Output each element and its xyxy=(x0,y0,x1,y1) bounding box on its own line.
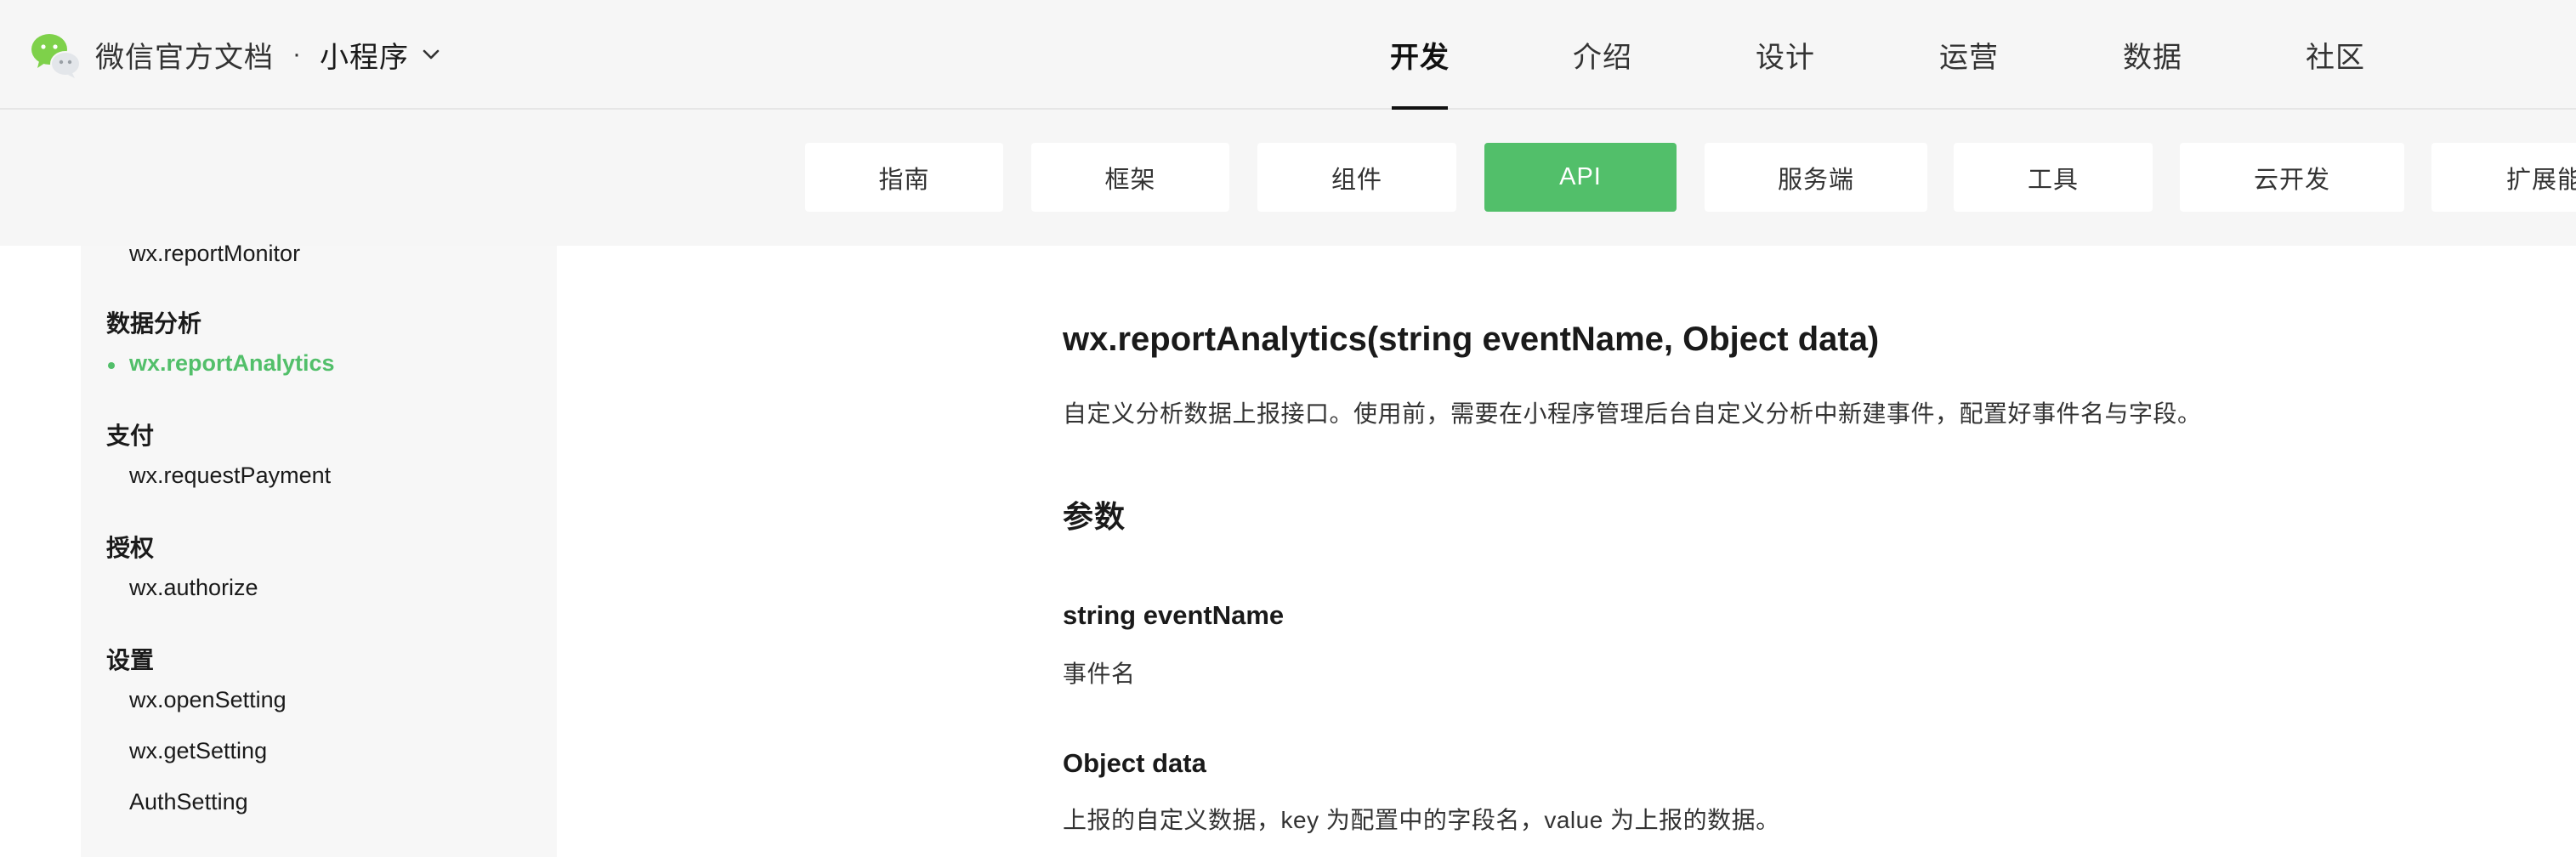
params-heading: 参数 xyxy=(1063,499,1126,534)
param-name: string eventName xyxy=(1063,600,1285,630)
sidebar-group-label: 授权 xyxy=(106,535,155,561)
nav-item-label: 开发 xyxy=(1390,42,1450,74)
nav-item[interactable]: 设计 xyxy=(1726,0,1845,110)
subnav-tab-label: 扩展能力 xyxy=(2506,166,2576,194)
sidebar-item-label: wx.authorize xyxy=(129,575,258,600)
top-header: 微信官方文档 · 小程序 开发 介绍 设计 运营 数据 社区 xyxy=(0,0,2576,110)
product-switcher-label[interactable]: 小程序 xyxy=(320,34,409,76)
subnav-tab[interactable]: API xyxy=(1484,143,1677,212)
nav-item-label: 介绍 xyxy=(1573,42,1632,74)
page: 微信官方文档 · 小程序 开发 介绍 设计 运营 数据 社区 指南 框架 组件 API 服务端 工具… xyxy=(0,0,2576,857)
nav-item-label: 社区 xyxy=(2306,42,2365,74)
sidebar-item[interactable]: wx.getSetting xyxy=(129,738,267,764)
sidebar-group-label: 数据分析 xyxy=(106,310,202,337)
sidebar-item[interactable]: wx.openSetting xyxy=(129,687,287,713)
site-title[interactable]: 微信官方文档 xyxy=(95,34,274,76)
chevron-down-icon[interactable] xyxy=(419,43,443,66)
sidebar-group-label: 设置 xyxy=(106,647,155,673)
nav-item-label: 运营 xyxy=(1939,42,1999,74)
wechat-logo-icon[interactable] xyxy=(29,29,82,80)
sidebar-item[interactable]: AuthSetting xyxy=(129,789,248,815)
sidebar-group-heading: 支付 xyxy=(106,417,154,451)
param-desc: 上报的自定义数据，key 为配置中的字段名，value 为上报的数据。 xyxy=(1063,807,1780,833)
sidebar-item-label: wx.requestPayment xyxy=(129,463,332,488)
sidebar: wx.reportMonitor 数据分析 wx.reportAnalytics 支付… xyxy=(81,241,557,857)
subnav-tab-label: 框架 xyxy=(1104,166,1156,194)
page-title: wx.reportAnalytics(string eventName, Obj… xyxy=(1063,321,1880,358)
subnav-tab[interactable]: 组件 xyxy=(1257,143,1456,212)
sidebar-item[interactable]: wx.reportAnalytics xyxy=(108,350,335,377)
sub-nav: 指南 框架 组件 API 服务端 工具 云开发 扩展能力 xyxy=(0,110,2576,246)
api-description: 自定义分析数据上报接口。使用前，需要在小程序管理后台自定义分析中新建事件，配置好… xyxy=(1063,400,2202,427)
nav-item[interactable]: 数据 xyxy=(2093,0,2212,110)
subnav-tab[interactable]: 指南 xyxy=(805,143,1003,212)
subnav-tab-label: 工具 xyxy=(2027,166,2079,194)
nav-item[interactable]: 介绍 xyxy=(1543,0,1662,110)
subnav-tab-label: 服务端 xyxy=(1777,166,1854,194)
sidebar-item-label: wx.getSetting xyxy=(129,738,268,763)
subnav-tab-label: API xyxy=(1559,163,1602,190)
sidebar-group-heading: 授权 xyxy=(106,530,154,564)
sidebar-group-heading: 设置 xyxy=(106,642,154,676)
sidebar-item[interactable]: wx.authorize xyxy=(129,575,258,601)
sidebar-group-label: 支付 xyxy=(106,423,155,449)
subnav-tab[interactable]: 工具 xyxy=(1954,143,2153,212)
nav-item[interactable]: 社区 xyxy=(2276,0,2395,110)
subnav-tab[interactable]: 云开发 xyxy=(2180,143,2404,212)
subnav-tab[interactable]: 框架 xyxy=(1031,143,1229,212)
subnav-tab-label: 指南 xyxy=(878,166,930,194)
sidebar-group-heading: 数据分析 xyxy=(106,305,201,339)
sidebar-item-label: wx.reportMonitor xyxy=(129,241,301,266)
brand-separator: · xyxy=(292,40,301,68)
nav-item-label: 设计 xyxy=(1756,42,1815,74)
param-desc: 事件名 xyxy=(1063,661,1136,687)
sidebar-item-label: wx.reportAnalytics xyxy=(129,350,335,376)
nav-item[interactable]: 运营 xyxy=(1909,0,2028,110)
sidebar-item[interactable]: wx.requestPayment xyxy=(129,463,331,489)
sidebar-item-label: wx.openSetting xyxy=(129,687,287,712)
subnav-tab[interactable]: 扩展能力 xyxy=(2431,143,2576,212)
active-bullet-icon xyxy=(108,362,115,369)
nav-item[interactable]: 开发 xyxy=(1360,0,1479,110)
subnav-tab-label: 组件 xyxy=(1331,166,1382,194)
nav-item-label: 数据 xyxy=(2123,42,2182,74)
param-name: Object data xyxy=(1063,748,1206,778)
sidebar-item-label: AuthSetting xyxy=(129,789,248,814)
subnav-tab-label: 云开发 xyxy=(2253,166,2330,194)
sidebar-item[interactable]: wx.reportMonitor xyxy=(129,241,300,267)
subnav-tab[interactable]: 服务端 xyxy=(1705,143,1927,212)
brand: 微信官方文档 · 小程序 xyxy=(29,29,443,80)
